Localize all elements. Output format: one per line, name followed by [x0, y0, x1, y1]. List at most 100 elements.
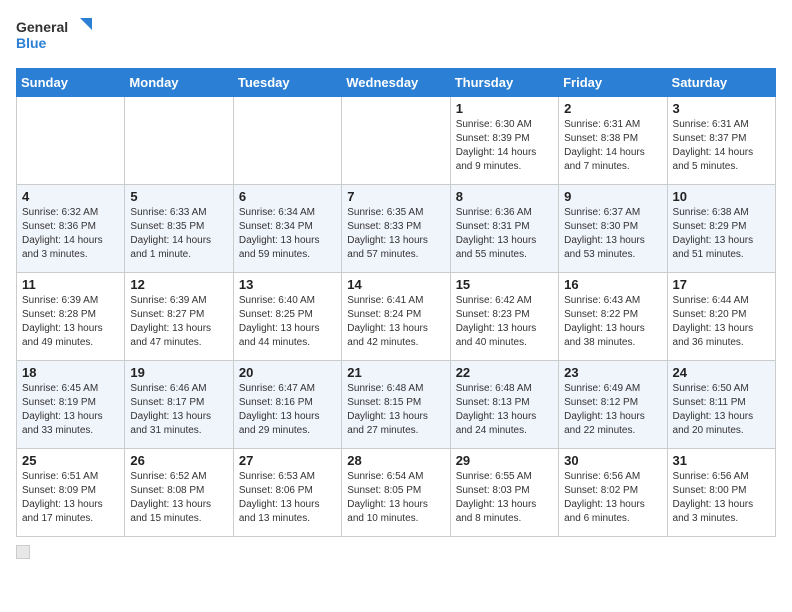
day-number: 12: [130, 277, 227, 292]
day-info: Sunrise: 6:48 AM Sunset: 8:13 PM Dayligh…: [456, 382, 553, 438]
calendar-cell: 9 Sunrise: 6:37 AM Sunset: 8:30 PM Daylig…: [559, 185, 667, 273]
day-number: 9: [564, 189, 661, 204]
day-info: Sunrise: 6:49 AM Sunset: 8:12 PM Dayligh…: [564, 382, 661, 438]
day-info: Sunrise: 6:36 AM Sunset: 8:31 PM Dayligh…: [456, 206, 553, 262]
calendar-table: SundayMondayTuesdayWednesdayThursdayFrid…: [16, 68, 776, 537]
calendar-cell: [342, 97, 450, 185]
day-info: Sunrise: 6:53 AM Sunset: 8:06 PM Dayligh…: [239, 470, 336, 526]
svg-text:General: General: [16, 19, 68, 35]
day-number: 7: [347, 189, 444, 204]
calendar-cell: 22Sunrise: 6:48 AM Sunset: 8:13 PM Dayli…: [450, 361, 558, 449]
header: General Blue: [16, 16, 776, 56]
day-info: Sunrise: 6:39 AM Sunset: 8:27 PM Dayligh…: [130, 294, 227, 350]
day-number: 1: [456, 101, 553, 116]
day-info: Sunrise: 6:32 AM Sunset: 8:36 PM Dayligh…: [22, 206, 119, 262]
calendar-header-sunday: Sunday: [17, 69, 125, 97]
day-info: Sunrise: 6:31 AM Sunset: 8:37 PM Dayligh…: [673, 118, 770, 174]
svg-text:Blue: Blue: [16, 35, 47, 51]
calendar-cell: 14 Sunrise: 6:41 AM Sunset: 8:24 PM Dayli…: [342, 273, 450, 361]
day-info: Sunrise: 6:30 AM Sunset: 8:39 PM Dayligh…: [456, 118, 553, 174]
day-number: 8: [456, 189, 553, 204]
day-number: 28: [347, 453, 444, 468]
day-number: 11: [22, 277, 119, 292]
calendar-cell: 18Sunrise: 6:45 AM Sunset: 8:19 PM Dayli…: [17, 361, 125, 449]
day-info: Sunrise: 6:33 AM Sunset: 8:35 PM Dayligh…: [130, 206, 227, 262]
calendar-week-row: 25 Sunrise: 6:51 AM Sunset: 8:09 PM Dayli…: [17, 449, 776, 537]
day-number: 6: [239, 189, 336, 204]
day-number: 26: [130, 453, 227, 468]
day-info: Sunrise: 6:50 AM Sunset: 8:11 PM Dayligh…: [673, 382, 770, 438]
day-info: Sunrise: 6:38 AM Sunset: 8:29 PM Dayligh…: [673, 206, 770, 262]
day-number: 15: [456, 277, 553, 292]
calendar-cell: [17, 97, 125, 185]
day-number: 14: [347, 277, 444, 292]
day-number: 10: [673, 189, 770, 204]
calendar-header-row: SundayMondayTuesdayWednesdayThursdayFrid…: [17, 69, 776, 97]
calendar-cell: 13 Sunrise: 6:40 AM Sunset: 8:25 PM Dayli…: [233, 273, 341, 361]
calendar-cell: 27 Sunrise: 6:53 AM Sunset: 8:06 PM Dayli…: [233, 449, 341, 537]
day-info: Sunrise: 6:37 AM Sunset: 8:30 PM Dayligh…: [564, 206, 661, 262]
calendar-cell: 16 Sunrise: 6:43 AM Sunset: 8:22 PM Dayli…: [559, 273, 667, 361]
calendar-cell: 20 Sunrise: 6:47 AM Sunset: 8:16 PM Dayli…: [233, 361, 341, 449]
day-info: Sunrise: 6:56 AM Sunset: 8:00 PM Dayligh…: [673, 470, 770, 526]
calendar-cell: 26Sunrise: 6:52 AM Sunset: 8:08 PM Dayli…: [125, 449, 233, 537]
calendar-cell: 23Sunrise: 6:49 AM Sunset: 8:12 PM Dayli…: [559, 361, 667, 449]
day-number: 5: [130, 189, 227, 204]
calendar-cell: 4 Sunrise: 6:32 AM Sunset: 8:36 PM Daylig…: [17, 185, 125, 273]
calendar-header-tuesday: Tuesday: [233, 69, 341, 97]
day-number: 27: [239, 453, 336, 468]
calendar-week-row: 1 Sunrise: 6:30 AM Sunset: 8:39 PM Daylig…: [17, 97, 776, 185]
calendar-cell: 30Sunrise: 6:56 AM Sunset: 8:02 PM Dayli…: [559, 449, 667, 537]
calendar-header-monday: Monday: [125, 69, 233, 97]
calendar-cell: 29Sunrise: 6:55 AM Sunset: 8:03 PM Dayli…: [450, 449, 558, 537]
calendar-cell: 3 Sunrise: 6:31 AM Sunset: 8:37 PM Daylig…: [667, 97, 775, 185]
day-info: Sunrise: 6:44 AM Sunset: 8:20 PM Dayligh…: [673, 294, 770, 350]
day-info: Sunrise: 6:35 AM Sunset: 8:33 PM Dayligh…: [347, 206, 444, 262]
day-number: 16: [564, 277, 661, 292]
calendar-cell: 2 Sunrise: 6:31 AM Sunset: 8:38 PM Daylig…: [559, 97, 667, 185]
calendar-cell: 11 Sunrise: 6:39 AM Sunset: 8:28 PM Dayli…: [17, 273, 125, 361]
calendar-header-thursday: Thursday: [450, 69, 558, 97]
day-info: Sunrise: 6:34 AM Sunset: 8:34 PM Dayligh…: [239, 206, 336, 262]
day-info: Sunrise: 6:48 AM Sunset: 8:15 PM Dayligh…: [347, 382, 444, 438]
day-info: Sunrise: 6:54 AM Sunset: 8:05 PM Dayligh…: [347, 470, 444, 526]
day-number: 25: [22, 453, 119, 468]
day-number: 31: [673, 453, 770, 468]
calendar-header-saturday: Saturday: [667, 69, 775, 97]
day-info: Sunrise: 6:47 AM Sunset: 8:16 PM Dayligh…: [239, 382, 336, 438]
calendar-header-friday: Friday: [559, 69, 667, 97]
day-info: Sunrise: 6:31 AM Sunset: 8:38 PM Dayligh…: [564, 118, 661, 174]
day-info: Sunrise: 6:46 AM Sunset: 8:17 PM Dayligh…: [130, 382, 227, 438]
calendar-week-row: 11 Sunrise: 6:39 AM Sunset: 8:28 PM Dayli…: [17, 273, 776, 361]
calendar-cell: 24 Sunrise: 6:50 AM Sunset: 8:11 PM Dayli…: [667, 361, 775, 449]
calendar-cell: 1 Sunrise: 6:30 AM Sunset: 8:39 PM Daylig…: [450, 97, 558, 185]
day-number: 21: [347, 365, 444, 380]
day-number: 30: [564, 453, 661, 468]
day-info: Sunrise: 6:51 AM Sunset: 8:09 PM Dayligh…: [22, 470, 119, 526]
day-info: Sunrise: 6:45 AM Sunset: 8:19 PM Dayligh…: [22, 382, 119, 438]
day-number: 3: [673, 101, 770, 116]
day-info: Sunrise: 6:41 AM Sunset: 8:24 PM Dayligh…: [347, 294, 444, 350]
day-info: Sunrise: 6:40 AM Sunset: 8:25 PM Dayligh…: [239, 294, 336, 350]
day-info: Sunrise: 6:42 AM Sunset: 8:23 PM Dayligh…: [456, 294, 553, 350]
day-number: 4: [22, 189, 119, 204]
day-number: 2: [564, 101, 661, 116]
calendar-cell: 12 Sunrise: 6:39 AM Sunset: 8:27 PM Dayli…: [125, 273, 233, 361]
calendar-header-wednesday: Wednesday: [342, 69, 450, 97]
day-info: Sunrise: 6:43 AM Sunset: 8:22 PM Dayligh…: [564, 294, 661, 350]
calendar-cell: 25 Sunrise: 6:51 AM Sunset: 8:09 PM Dayli…: [17, 449, 125, 537]
footer: [16, 545, 776, 559]
calendar-cell: 15 Sunrise: 6:42 AM Sunset: 8:23 PM Dayli…: [450, 273, 558, 361]
calendar-cell: [233, 97, 341, 185]
calendar-cell: 21 Sunrise: 6:48 AM Sunset: 8:15 PM Dayli…: [342, 361, 450, 449]
legend-box: [16, 545, 30, 559]
calendar-cell: 5 Sunrise: 6:33 AM Sunset: 8:35 PM Daylig…: [125, 185, 233, 273]
day-number: 24: [673, 365, 770, 380]
day-info: Sunrise: 6:39 AM Sunset: 8:28 PM Dayligh…: [22, 294, 119, 350]
calendar-cell: 8 Sunrise: 6:36 AM Sunset: 8:31 PM Daylig…: [450, 185, 558, 273]
day-number: 20: [239, 365, 336, 380]
day-info: Sunrise: 6:55 AM Sunset: 8:03 PM Dayligh…: [456, 470, 553, 526]
day-number: 13: [239, 277, 336, 292]
day-number: 17: [673, 277, 770, 292]
calendar-cell: 10 Sunrise: 6:38 AM Sunset: 8:29 PM Dayli…: [667, 185, 775, 273]
